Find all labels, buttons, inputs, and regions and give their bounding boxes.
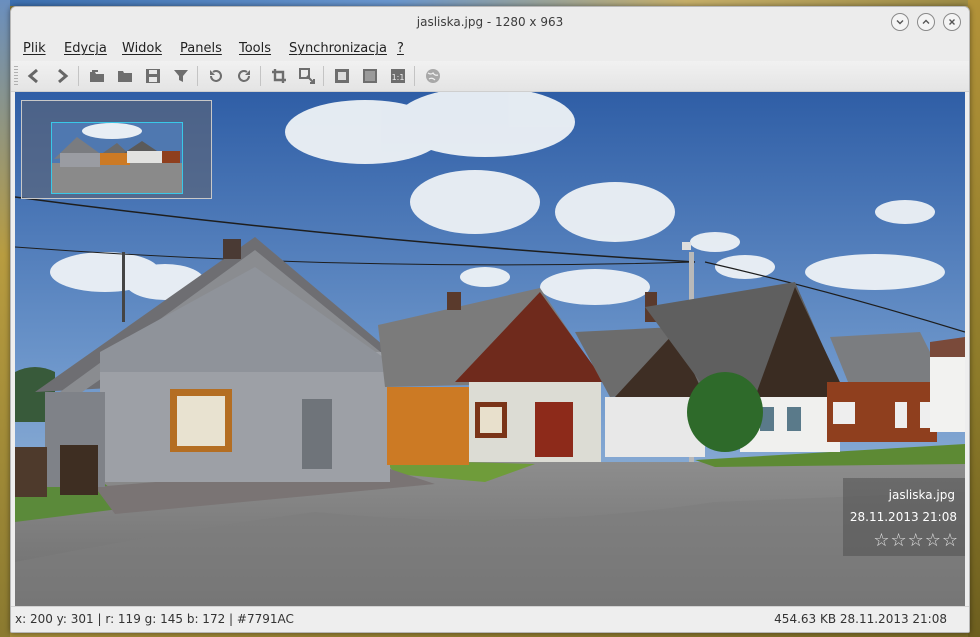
overlay-datetime: 28.11.2013 21:08 bbox=[849, 510, 957, 524]
toolbar-separator bbox=[414, 66, 415, 86]
title-bar[interactable]: jasliska.jpg - 1280 x 963 bbox=[11, 7, 969, 37]
folder-button[interactable] bbox=[114, 65, 136, 87]
rating-stars[interactable]: ☆☆☆☆☆ bbox=[873, 530, 959, 551]
menu-bar: Plik Edycja Widok Panels Tools Synchroni… bbox=[11, 37, 969, 61]
fit-window-button[interactable] bbox=[331, 65, 353, 87]
resize-icon bbox=[299, 68, 315, 84]
toolbar: 1:1 bbox=[11, 61, 969, 92]
filter-icon bbox=[174, 70, 188, 82]
filter-button[interactable] bbox=[170, 65, 192, 87]
minimize-button[interactable] bbox=[891, 13, 909, 31]
menu-plik[interactable]: Plik bbox=[23, 41, 46, 56]
chevron-up-icon bbox=[922, 19, 930, 24]
window-title: jasliska.jpg - 1280 x 963 bbox=[416, 15, 564, 29]
folder-icon bbox=[118, 71, 132, 82]
save-button[interactable] bbox=[142, 65, 164, 87]
fit-window-icon bbox=[335, 69, 349, 83]
menu-edycja[interactable]: Edycja bbox=[64, 41, 107, 56]
folder-open-icon bbox=[90, 70, 104, 82]
menu-widok[interactable]: Widok bbox=[122, 41, 162, 56]
minimap-thumbnail bbox=[52, 123, 182, 193]
rotate-right-button[interactable] bbox=[233, 65, 255, 87]
menu-panels[interactable]: Panels bbox=[180, 41, 222, 56]
globe-button[interactable] bbox=[422, 65, 444, 87]
globe-icon bbox=[426, 69, 440, 83]
navigator-minimap[interactable] bbox=[21, 100, 212, 199]
save-icon bbox=[146, 69, 160, 83]
file-info: 454.63 KB 28.11.2013 21:08 bbox=[774, 612, 947, 626]
rotate-right-icon bbox=[238, 70, 250, 82]
maximize-button[interactable] bbox=[917, 13, 935, 31]
menu-tools[interactable]: Tools bbox=[239, 41, 271, 56]
close-icon bbox=[949, 19, 955, 25]
open-folder-button[interactable] bbox=[86, 65, 108, 87]
toolbar-separator bbox=[78, 66, 79, 86]
menu-synchronizacja[interactable]: Synchronizacja bbox=[289, 41, 387, 56]
back-arrow-icon bbox=[27, 68, 38, 84]
app-window: jasliska.jpg - 1280 x 963 Plik Edycja Wi… bbox=[10, 6, 970, 633]
overlay-filename: jasliska.jpg bbox=[888, 488, 955, 502]
menu-help[interactable]: ? bbox=[397, 41, 404, 56]
forward-button[interactable] bbox=[51, 65, 73, 87]
back-button[interactable] bbox=[23, 65, 45, 87]
pixel-info: x: 200 y: 301 | r: 119 g: 145 b: 172 | #… bbox=[15, 612, 294, 626]
rotate-left-icon bbox=[210, 70, 222, 82]
image-info-overlay: jasliska.jpg 28.11.2013 21:08 ☆☆☆☆☆ bbox=[843, 478, 965, 556]
actual-size-button[interactable]: 1:1 bbox=[387, 65, 409, 87]
fullscreen-icon bbox=[363, 69, 377, 83]
resize-button[interactable] bbox=[296, 65, 318, 87]
toolbar-grip[interactable] bbox=[14, 66, 18, 86]
status-bar: x: 200 y: 301 | r: 119 g: 145 b: 172 | #… bbox=[11, 606, 969, 632]
desktop-background-left bbox=[0, 0, 10, 637]
crop-button[interactable] bbox=[268, 65, 290, 87]
svg-text:1:1: 1:1 bbox=[392, 73, 405, 82]
close-button[interactable] bbox=[943, 13, 961, 31]
toolbar-separator bbox=[197, 66, 198, 86]
minimap-viewport[interactable] bbox=[51, 122, 183, 194]
fullscreen-button[interactable] bbox=[359, 65, 381, 87]
image-viewer[interactable]: jasliska.jpg 28.11.2013 21:08 ☆☆☆☆☆ bbox=[15, 92, 965, 606]
forward-arrow-icon bbox=[58, 68, 69, 84]
actual-size-icon: 1:1 bbox=[391, 69, 405, 83]
crop-icon bbox=[272, 69, 286, 83]
rotate-left-button[interactable] bbox=[205, 65, 227, 87]
toolbar-separator bbox=[323, 66, 324, 86]
toolbar-separator bbox=[260, 66, 261, 86]
chevron-down-icon bbox=[896, 20, 904, 25]
